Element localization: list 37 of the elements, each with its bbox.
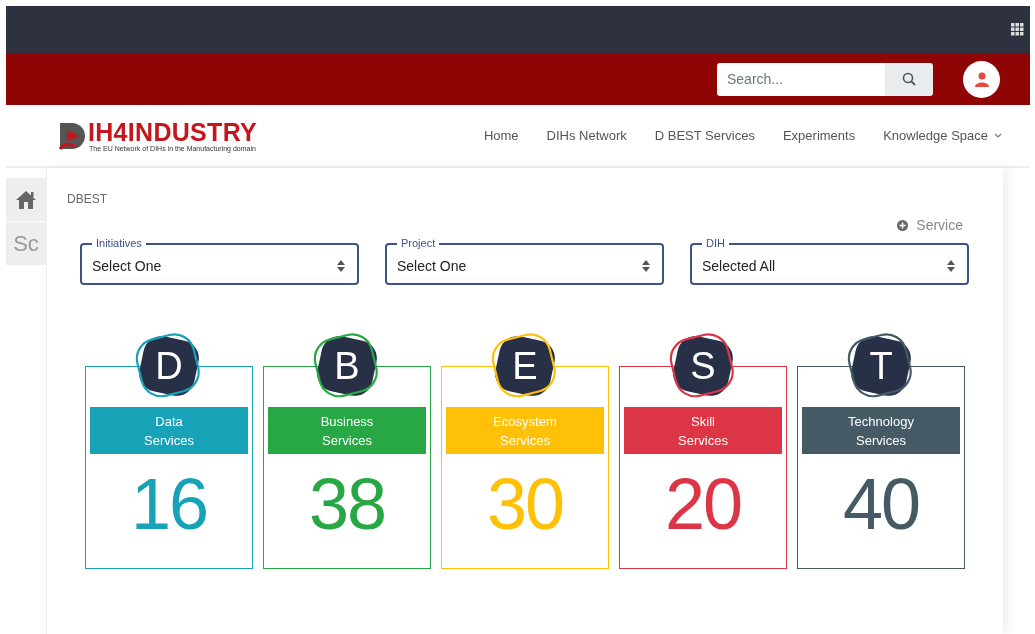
search-field[interactable]: Search... xyxy=(717,62,885,96)
sort-arrows-icon xyxy=(337,260,345,272)
field-label: DIH xyxy=(702,236,729,250)
field-label: Project xyxy=(397,236,440,250)
user-avatar-button[interactable] xyxy=(963,60,1000,98)
search-button[interactable] xyxy=(885,62,933,96)
service-title: Data Services xyxy=(90,407,248,454)
plus-circle-icon xyxy=(897,220,909,231)
nav-link[interactable]: Knowledge Space xyxy=(883,125,1002,146)
logo-icon xyxy=(58,120,88,151)
service-count: 30 xyxy=(485,468,565,540)
service-count: 16 xyxy=(129,468,209,540)
sort-arrows-icon xyxy=(947,260,955,272)
field-label: Initiatives xyxy=(92,236,146,250)
search-icon xyxy=(902,72,916,86)
breadcrumb-text: DBEST xyxy=(67,191,108,208)
service-count: 20 xyxy=(663,468,743,540)
side-tab[interactable] xyxy=(6,178,46,221)
sort-arrows-icon xyxy=(642,260,650,272)
service-title: Ecosystem Services xyxy=(446,407,604,454)
logo-title: IH4INDUSTRY xyxy=(88,119,258,145)
apps-icon[interactable] xyxy=(1011,23,1024,36)
nav-link[interactable]: Home xyxy=(483,125,519,146)
select-value: Select One xyxy=(397,256,468,276)
nav-link[interactable]: Experiments xyxy=(782,125,856,146)
service-title: Business Services xyxy=(268,407,426,454)
select-value: Selected All xyxy=(702,256,777,276)
service-title: Technology Services xyxy=(802,407,960,454)
service-count: 40 xyxy=(841,468,921,540)
nav-link[interactable]: DIHs Network xyxy=(546,125,627,146)
service-title: Skill Services xyxy=(624,407,782,454)
select-value: Select One xyxy=(92,256,163,276)
service-count: 38 xyxy=(307,468,387,540)
nav-link[interactable]: D BEST Services xyxy=(654,125,755,146)
add-service-button[interactable]: Service xyxy=(891,214,969,237)
home-icon xyxy=(15,189,37,210)
user-icon xyxy=(974,71,989,87)
